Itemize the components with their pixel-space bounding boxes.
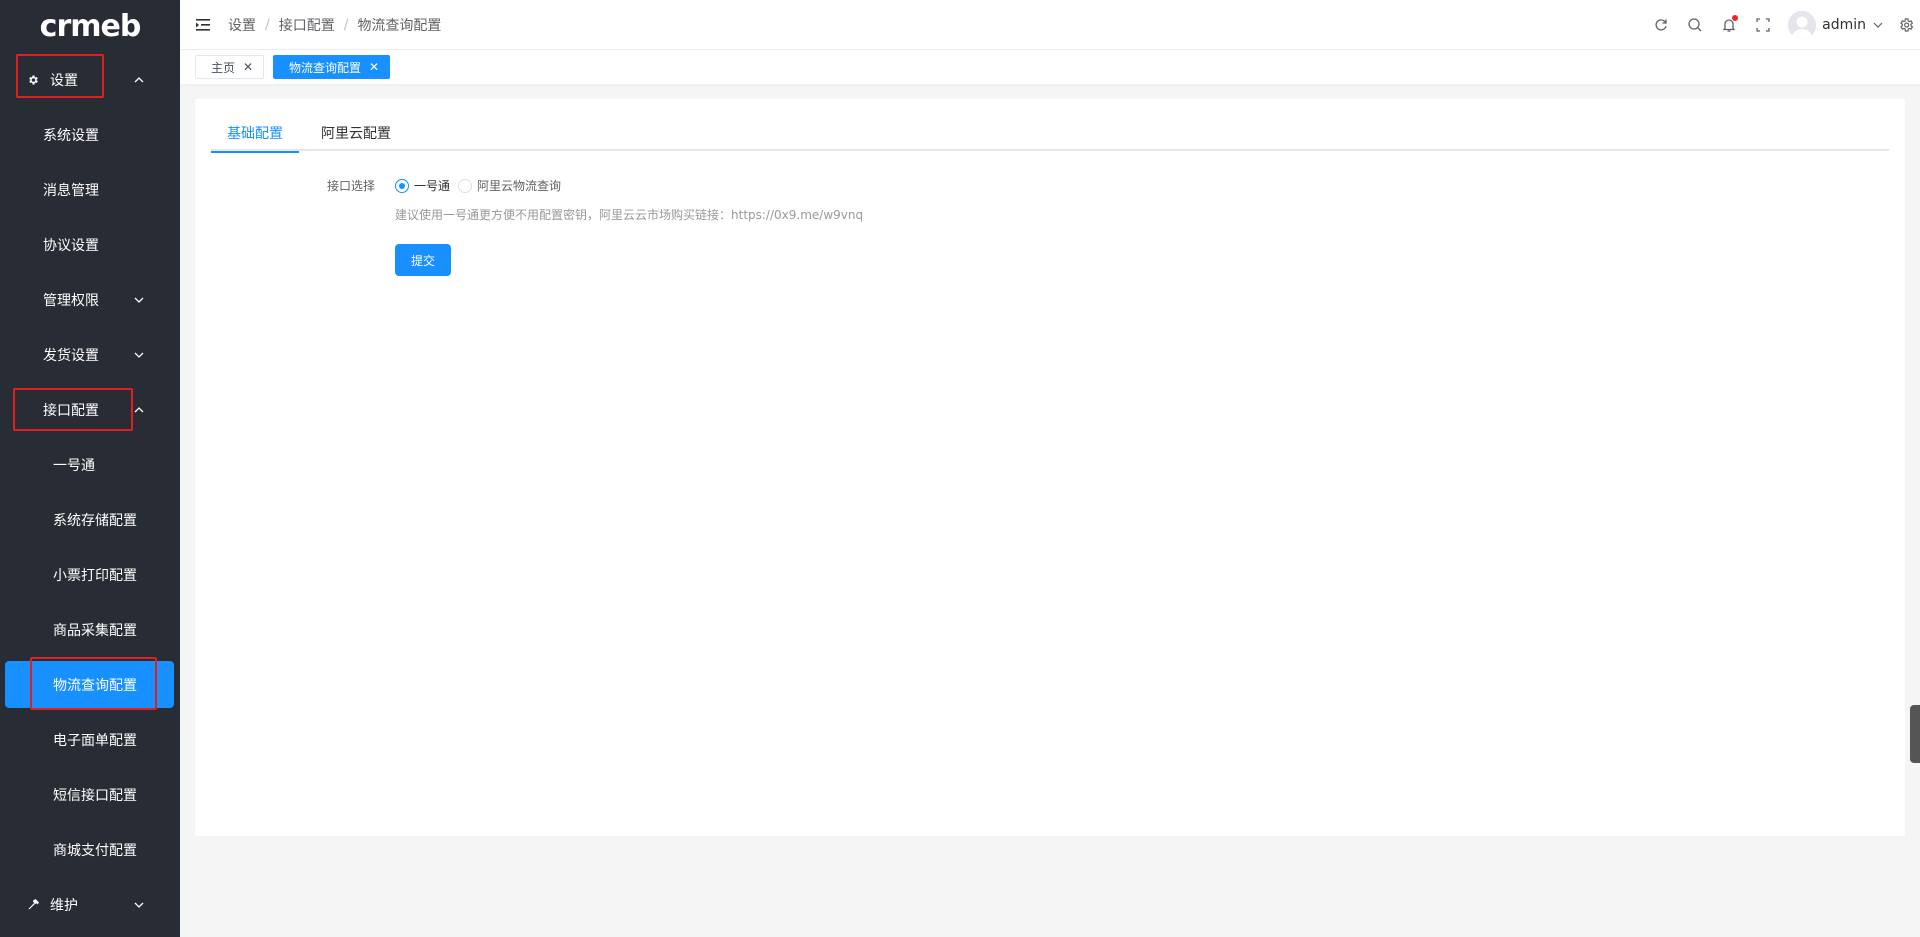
breadcrumb-item-current: 物流查询配置: [357, 17, 442, 34]
sidebar-item-label: 物流查询配置: [53, 677, 137, 694]
breadcrumb: 设置 / 接口配置 / 物流查询配置: [228, 15, 441, 35]
radio-aliyun-logistics[interactable]: 阿里云物流查询: [458, 177, 561, 194]
top-header: 设置 / 接口配置 / 物流查询配置 admin: [180, 0, 1920, 50]
tag-home[interactable]: 主页 ✕: [195, 55, 265, 79]
refresh-icon[interactable]: [1652, 16, 1670, 34]
radio-label: 一号通: [414, 179, 451, 193]
content-card: 基础配置 阿里云配置 接口选择 一号通 阿里云物流查询 建议使用一号通更方便不用…: [195, 99, 1905, 836]
sidebar-item-label: 发货设置: [43, 347, 99, 364]
sidebar-item-storage-config[interactable]: 系统存储配置: [0, 492, 180, 547]
sidebar-item-system-settings[interactable]: 系统设置: [0, 107, 180, 162]
sidebar-item-label: 小票打印配置: [53, 567, 137, 584]
sidebar-item-label: 消息管理: [43, 182, 99, 199]
username[interactable]: admin: [1822, 17, 1866, 33]
sidebar-item-label: 商城支付配置: [53, 842, 137, 859]
sidebar-item-message-management[interactable]: 消息管理: [0, 162, 180, 217]
hammer-icon: [26, 898, 40, 912]
gear-icon[interactable]: [1898, 17, 1914, 33]
sidebar-item-maintenance[interactable]: 维护: [0, 877, 180, 932]
radio-checked-icon: [395, 178, 409, 193]
close-icon[interactable]: ✕: [369, 60, 379, 74]
sidebar-item-label: 协议设置: [43, 237, 99, 254]
close-icon[interactable]: ✕: [243, 60, 253, 74]
sidebar-item-e-waybill-config[interactable]: 电子面单配置: [0, 712, 180, 767]
chevron-up-icon: [134, 76, 144, 82]
tag-label: 物流查询配置: [289, 60, 362, 75]
sidebar-item-agreement-settings[interactable]: 协议设置: [0, 217, 180, 272]
header-toolbar: admin: [1636, 0, 1920, 50]
radio-yihaotong[interactable]: 一号通: [395, 177, 450, 194]
sidebar-item-sms-config[interactable]: 短信接口配置: [0, 767, 180, 822]
form-label: 接口选择: [326, 179, 375, 193]
menu-fold-icon[interactable]: [196, 18, 212, 32]
logo[interactable]: crmeb: [0, 0, 180, 52]
radio-label: 阿里云物流查询: [477, 179, 562, 193]
radio-unchecked-icon: [458, 178, 473, 193]
side-handle[interactable]: [1910, 705, 1920, 763]
config-tabs: 基础配置 阿里云配置: [211, 123, 1889, 153]
chevron-down-icon: [134, 297, 144, 303]
fullscreen-icon[interactable]: [1754, 16, 1772, 34]
form-row-interface: 接口选择 一号通 阿里云物流查询: [195, 175, 1905, 195]
gear-icon: [26, 73, 40, 87]
sidebar-item-admin-permissions[interactable]: 管理权限: [0, 272, 180, 327]
breadcrumb-separator: /: [265, 16, 270, 33]
sidebar-item-label: 一号通: [53, 457, 95, 474]
chevron-down-icon[interactable]: [1872, 19, 1884, 31]
bell-icon[interactable]: [1720, 15, 1739, 34]
sidebar-item-yihaotong[interactable]: 一号通: [0, 437, 180, 492]
tab-basic-config[interactable]: 基础配置: [211, 123, 299, 153]
sidebar: crmeb 设置 系统设置 消息管理 协议设置 管理权限 发货设置 接口配置 一…: [0, 0, 180, 937]
tag-label: 主页: [211, 60, 236, 75]
sidebar-item-logistics-query-config[interactable]: 物流查询配置: [0, 657, 180, 712]
sidebar-item-interface-config[interactable]: 接口配置: [0, 382, 180, 437]
sidebar-item-label: 管理权限: [43, 292, 99, 309]
chevron-down-icon: [134, 902, 144, 908]
sidebar-item-label: 系统存储配置: [53, 512, 137, 529]
sidebar-item-shipping-settings[interactable]: 发货设置: [0, 327, 180, 382]
tags-view-bar: 主页 ✕ 物流查询配置 ✕: [180, 50, 1920, 84]
sidebar-item-product-collect-config[interactable]: 商品采集配置: [0, 602, 180, 657]
chevron-down-icon: [134, 352, 144, 358]
tab-aliyun-config[interactable]: 阿里云配置: [305, 123, 407, 151]
avatar[interactable]: [1788, 11, 1817, 39]
chevron-up-icon: [134, 406, 144, 412]
tag-current[interactable]: 物流查询配置 ✕: [273, 55, 391, 79]
sidebar-item-receipt-print-config[interactable]: 小票打印配置: [0, 547, 180, 602]
sidebar-item-label: 系统设置: [43, 127, 99, 144]
breadcrumb-separator: /: [343, 16, 349, 33]
breadcrumb-item[interactable]: 设置: [228, 15, 256, 35]
submit-button[interactable]: 提交: [395, 244, 451, 276]
sidebar-item-label: 短信接口配置: [53, 787, 137, 804]
search-icon[interactable]: [1686, 16, 1704, 34]
sidebar-item-label: 维护: [50, 897, 78, 914]
form-hint: 建议使用一号通更方便不用配置密钥，阿里云云市场购买链接：https://0x9.…: [395, 208, 864, 222]
radio-group: 一号通 阿里云物流查询: [395, 177, 569, 194]
breadcrumb-item[interactable]: 接口配置: [279, 15, 335, 35]
sidebar-item-settings[interactable]: 设置: [0, 52, 180, 107]
sidebar-item-label: 接口配置: [43, 402, 99, 419]
sidebar-item-payment-config[interactable]: 商城支付配置: [0, 822, 180, 877]
sidebar-item-label: 电子面单配置: [53, 732, 137, 749]
sidebar-item-label: 设置: [50, 72, 78, 89]
sidebar-item-label: 商品采集配置: [53, 622, 137, 639]
